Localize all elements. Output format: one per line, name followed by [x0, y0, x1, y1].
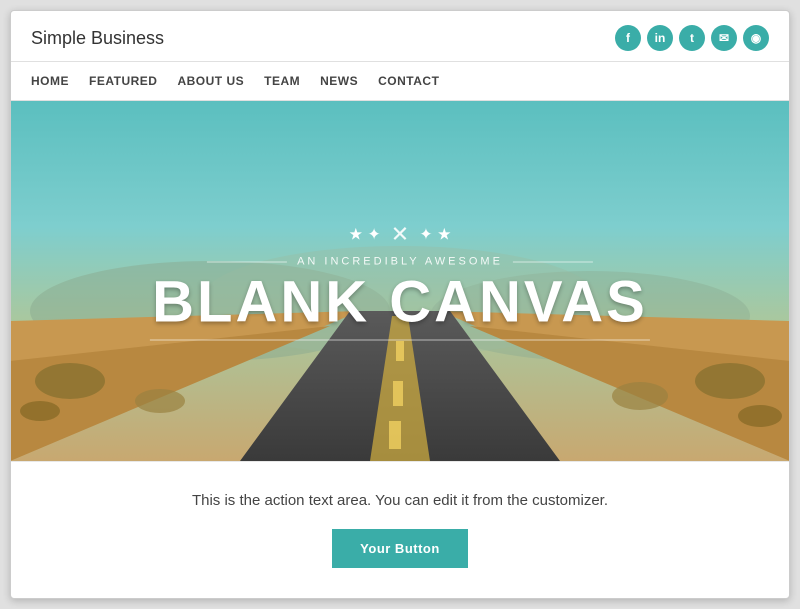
nav-list: HOME FEATURED ABOUT US TEAM NEWS CONTACT — [31, 72, 769, 90]
nav-item-aboutus[interactable]: ABOUT US — [177, 72, 244, 90]
site-title: Simple Business — [31, 28, 164, 49]
nav-item-home[interactable]: HOME — [31, 72, 69, 90]
linkedin-icon[interactable]: in — [647, 25, 673, 51]
hero-subtitle: AN INCREDIBLY AWESOME — [50, 256, 750, 268]
star-cluster-left: ★ ✦ — [349, 225, 381, 245]
hero-section: ★ ✦ ✕ ✦ ★ AN INCREDIBLY AWESOME BLANK CA… — [11, 101, 789, 461]
hero-decoration: ★ ✦ ✕ ✦ ★ — [50, 222, 750, 248]
nav-item-team[interactable]: TEAM — [264, 72, 300, 90]
action-text: This is the action text area. You can ed… — [31, 492, 769, 509]
facebook-icon[interactable]: f — [615, 25, 641, 51]
main-nav: HOME FEATURED ABOUT US TEAM NEWS CONTACT — [11, 62, 789, 101]
site-header: Simple Business f in t ✉ ◉ — [11, 11, 789, 62]
action-button[interactable]: Your Button — [332, 529, 468, 568]
star-cluster-right: ✦ ★ — [419, 225, 451, 245]
arrow-cross-icon: ✕ — [391, 222, 409, 248]
hero-content: ★ ✦ ✕ ✦ ★ AN INCREDIBLY AWESOME BLANK CA… — [50, 222, 750, 341]
twitter-icon[interactable]: t — [679, 25, 705, 51]
nav-item-news[interactable]: NEWS — [320, 72, 358, 90]
nav-item-featured[interactable]: FEATURED — [89, 72, 157, 90]
hero-title: BLANK CANVAS — [50, 274, 750, 332]
action-area: This is the action text area. You can ed… — [11, 461, 789, 598]
hero-underline-decoration — [150, 340, 650, 341]
email-icon[interactable]: ✉ — [711, 25, 737, 51]
social-icons-group: f in t ✉ ◉ — [615, 25, 769, 51]
browser-frame: Simple Business f in t ✉ ◉ HOME FEATURED… — [10, 10, 790, 599]
nav-item-contact[interactable]: CONTACT — [378, 72, 439, 90]
rss-icon[interactable]: ◉ — [743, 25, 769, 51]
